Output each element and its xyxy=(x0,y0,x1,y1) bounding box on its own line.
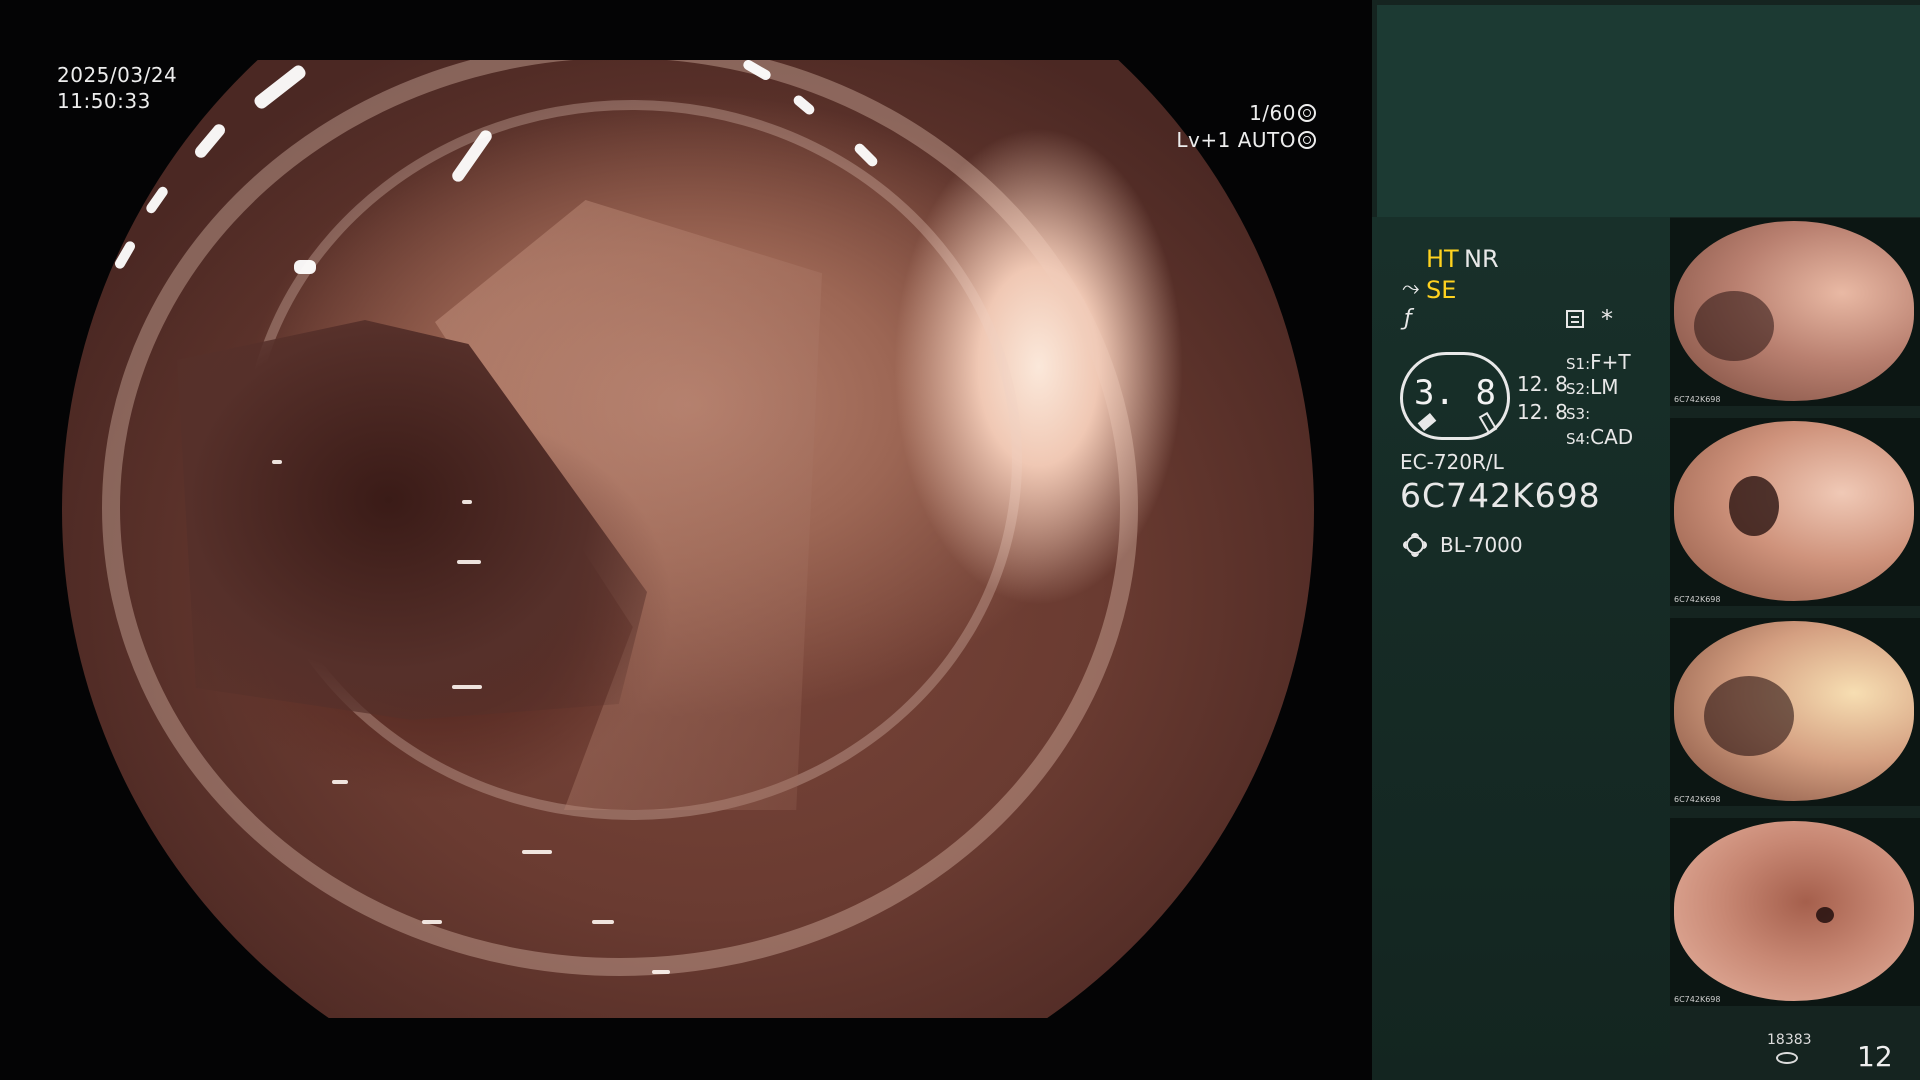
thumbnail-image xyxy=(1674,621,1914,801)
brightness-level: Lv+1 AUTO xyxy=(1176,127,1316,153)
slot-2-key: S2: xyxy=(1566,380,1591,398)
freeze-icon: ƒ xyxy=(1404,306,1412,331)
light-source-icon xyxy=(1406,536,1424,554)
thumbnail-id: 6C742K698 xyxy=(1674,595,1721,604)
thumbnail-id: 6C742K698 xyxy=(1674,995,1721,1004)
asterisk-indicator: * xyxy=(1601,305,1613,333)
thumbnail-id: 6C742K698 xyxy=(1674,395,1721,404)
captured-thumbnail[interactable]: 6C742K698 xyxy=(1670,418,1920,606)
thumbnail-image xyxy=(1674,221,1914,401)
slot-4-key: S4: xyxy=(1566,430,1591,448)
shutter-value: 1/60 xyxy=(1249,101,1296,125)
slot-4-value: CAD xyxy=(1590,425,1634,449)
nr-mode-label: NR xyxy=(1464,245,1499,273)
slot-1-value: F+T xyxy=(1590,350,1631,374)
scope-serial: 6C742K698 xyxy=(1400,476,1601,515)
reading-1: 12. 8 xyxy=(1517,372,1568,396)
slot-3-key: S3: xyxy=(1566,405,1591,423)
live-view: 2025/03/24 11:50:33 1/60 Lv+1 AUTO xyxy=(0,0,1372,1080)
auto-iris-icon xyxy=(1298,131,1316,149)
se-mode-label: SE xyxy=(1426,276,1457,304)
reading-2: 12. 8 xyxy=(1517,400,1568,424)
endoscope-image xyxy=(62,60,1314,1018)
endoscopy-screen: 2025/03/24 11:50:33 1/60 Lv+1 AUTO HT NR… xyxy=(0,0,1920,1080)
gauge: 3. 8 xyxy=(1400,352,1510,440)
storage-total: 18383 xyxy=(1767,1032,1812,1048)
slot-2: S2:LM xyxy=(1566,375,1619,399)
gauge-marker-left xyxy=(1417,413,1437,431)
exam-time: 11:50:33 xyxy=(57,89,151,113)
gauge-value: 3. 8 xyxy=(1414,373,1496,413)
thumbnail-image xyxy=(1674,821,1914,1001)
thumbnail-id: 6C742K698 xyxy=(1674,795,1721,804)
slot-1-key: S1: xyxy=(1566,355,1591,373)
slot-3: S3: xyxy=(1566,400,1590,424)
thumbnail-image xyxy=(1674,421,1914,601)
capture-count: 12 xyxy=(1857,1040,1893,1073)
captured-thumbnail[interactable]: 6C742K698 xyxy=(1670,218,1920,406)
level-value: Lv+1 AUTO xyxy=(1176,128,1296,152)
storage-icon xyxy=(1776,1052,1798,1064)
scope-info-area xyxy=(1372,217,1670,1080)
slot-2-value: LM xyxy=(1590,375,1619,399)
slot-4: S4:CAD xyxy=(1566,425,1633,449)
ht-mode-label: HT xyxy=(1426,245,1459,273)
shutter-icon xyxy=(1298,104,1316,122)
light-source-label: BL-7000 xyxy=(1440,533,1523,557)
shutter-speed: 1/60 xyxy=(1249,100,1316,126)
exam-date: 2025/03/24 xyxy=(57,63,178,87)
scope-angle-icon: ⤳ xyxy=(1402,276,1420,301)
scope-model: EC-720R/L xyxy=(1400,450,1504,474)
slot-1: S1:F+T xyxy=(1566,350,1631,374)
captured-thumbnail[interactable]: 6C742K698 xyxy=(1670,618,1920,806)
captured-thumbnail[interactable]: 6C742K698 xyxy=(1670,818,1920,1006)
panel-header xyxy=(1377,5,1920,217)
menu-icon xyxy=(1566,310,1584,328)
